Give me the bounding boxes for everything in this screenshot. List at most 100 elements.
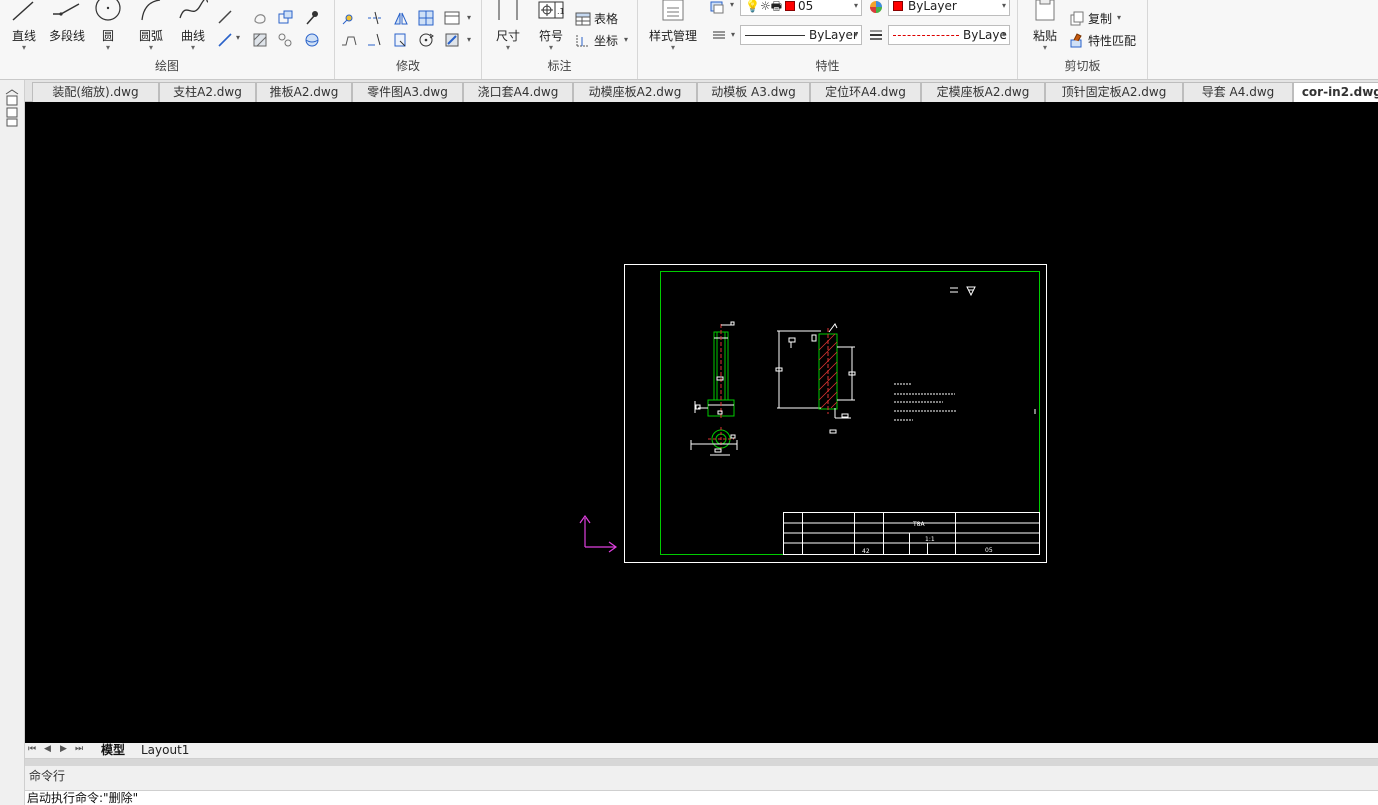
copy-button[interactable]: 复制 [1088, 10, 1112, 27]
polyline-icon [53, 3, 80, 16]
chevron-down-icon: ▾ [1042, 43, 1047, 52]
title-block-material: T8A [912, 521, 925, 528]
array-icon[interactable] [417, 9, 435, 27]
paste-icon [1035, 0, 1055, 21]
pin-icon[interactable] [303, 9, 321, 27]
style-manager-button[interactable]: 样式管理 ▾ [642, 0, 704, 52]
chevron-down-icon[interactable]: ▾ [1117, 13, 1121, 22]
table-icon[interactable] [574, 10, 592, 28]
chevron-down-icon: ▾ [1001, 1, 1006, 10]
chevron-down-icon: ▾ [148, 43, 153, 52]
linetype-dropdown[interactable]: ByLayer ▾ [740, 25, 862, 45]
drawing-svg[interactable]: T8A 1:1 05 42 [25, 102, 1378, 743]
trim-icon[interactable] [366, 9, 384, 27]
style-manager-icon [662, 0, 684, 21]
coordinate-icon[interactable] [574, 31, 592, 49]
match-properties-button[interactable]: 特性匹配 [1088, 32, 1136, 49]
chevron-down-icon[interactable]: ▾ [730, 0, 734, 9]
line-tool-label: 直线 [11, 29, 36, 43]
chevron-down-icon[interactable]: ▾ [236, 33, 240, 42]
chevron-down-icon[interactable]: ▾ [467, 13, 471, 22]
first-layout-icon[interactable]: ⏮ [28, 744, 36, 754]
layer-dropdown[interactable]: 💡☼🖶 05 ▾ [740, 0, 862, 16]
spline-icon [179, 0, 209, 19]
command-history[interactable]: 启动执行命令:"删除" [25, 790, 1378, 805]
hatch-icon[interactable] [251, 31, 269, 49]
prev-layout-icon[interactable]: ◀ [44, 744, 51, 754]
command-line-title: 命令行 [25, 766, 1378, 790]
drawing-canvas[interactable]: T8A 1:1 05 42 [25, 102, 1378, 743]
move-icon[interactable] [340, 9, 358, 27]
lineweight-dropdown[interactable]: ByLaye ▾ [888, 25, 1010, 45]
chevron-down-icon: ▾ [853, 30, 858, 39]
part-front-view [694, 321, 735, 420]
layer-color-swatch [785, 1, 796, 11]
paste-button[interactable]: 粘贴 ▾ [1028, 0, 1062, 52]
draw-panel: 直线 ▾ 多段线 圆 ▾ 圆弧 ▾ 曲线 ▾ ▾ 绘图 [0, 0, 335, 79]
offset-icon[interactable] [443, 9, 461, 27]
technical-notes [894, 383, 1036, 421]
coordinate-button[interactable]: 坐标 [594, 32, 618, 49]
color-wheel-icon[interactable] [867, 0, 885, 16]
scale-icon[interactable] [392, 31, 410, 49]
lineweight-icon[interactable] [867, 26, 885, 44]
color-dropdown[interactable]: ByLayer ▾ [888, 0, 1010, 16]
chevron-down-icon: ▾ [548, 43, 553, 52]
dimension-icon [498, 0, 518, 20]
command-line-divider[interactable] [25, 759, 1378, 766]
symbol-tool-button[interactable]: .1 符号 ▾ [532, 0, 570, 52]
linetype-icon[interactable] [710, 26, 728, 44]
file-tab[interactable]: 顶针固定板A2.dwg [1045, 82, 1183, 102]
chevron-down-icon[interactable]: ▾ [731, 30, 735, 39]
file-tab[interactable]: cor-in2.dwg* [1293, 82, 1378, 103]
chevron-down-icon[interactable]: ▾ [467, 35, 471, 44]
file-tab[interactable]: 支柱A2.dwg [159, 82, 256, 102]
sphere-icon[interactable] [303, 31, 321, 49]
file-tab[interactable]: 定位环A4.dwg [810, 82, 921, 102]
clipboard-panel-title: 剪切板 [1064, 59, 1101, 73]
arc-tool-button[interactable]: 圆弧 ▾ [132, 0, 170, 52]
construction-line-icon[interactable] [216, 8, 234, 26]
file-tab[interactable]: 零件图A3.dwg [352, 82, 463, 102]
file-tab[interactable]: 动模座板A2.dwg [573, 82, 697, 102]
line-tool-button[interactable]: 直线 ▾ [6, 0, 42, 52]
file-tab-bar: 装配(缩放).dwg 支柱A2.dwg 推板A2.dwg 零件图A3.dwg 浇口套A4… [25, 80, 1378, 103]
mirror-icon[interactable] [392, 9, 410, 27]
stretch-icon[interactable] [340, 31, 358, 49]
block-icon[interactable] [276, 9, 294, 27]
circle-tool-button[interactable]: 圆 ▾ [92, 0, 124, 52]
table-button[interactable]: 表格 [594, 10, 618, 27]
copy-icon[interactable] [1068, 10, 1086, 28]
left-toolstrip [0, 80, 25, 805]
file-tab[interactable]: 定模座板A2.dwg [921, 82, 1045, 102]
next-layout-icon[interactable]: ▶ [60, 744, 67, 754]
point-icon[interactable] [276, 31, 294, 49]
color-swatch [893, 1, 903, 11]
line-icon [12, 1, 34, 21]
fillet-icon[interactable] [366, 31, 384, 49]
layout-tab-layout1[interactable]: Layout1 [135, 743, 195, 759]
spline-tool-button[interactable]: 曲线 ▾ [174, 0, 212, 52]
region-icon[interactable] [251, 9, 269, 27]
explode-icon[interactable] [443, 31, 461, 49]
last-layout-icon[interactable]: ⏭ [75, 744, 83, 754]
rotate-icon[interactable] [417, 31, 435, 49]
sun-icon: ☼ [759, 0, 771, 13]
chevron-down-icon[interactable]: ▾ [624, 35, 628, 44]
polyline-tool-button[interactable]: 多段线 [44, 0, 90, 44]
arc-tool-label: 圆弧 [138, 29, 163, 43]
file-tab[interactable]: 浇口套A4.dwg [463, 82, 573, 102]
file-tab[interactable]: 导套 A4.dwg [1183, 82, 1293, 102]
ucs-icon [579, 514, 618, 553]
file-tab[interactable]: 推板A2.dwg [256, 82, 352, 102]
match-properties-icon[interactable] [1068, 32, 1086, 50]
file-tab[interactable]: 装配(缩放).dwg [32, 82, 159, 102]
layout-tab-model[interactable]: 模型 [95, 743, 131, 759]
layer-properties-icon[interactable] [708, 0, 726, 16]
sheet-set-icon[interactable] [4, 88, 20, 128]
title-block-qty: 42 [862, 548, 870, 555]
ray-icon[interactable] [216, 31, 234, 49]
file-tab[interactable]: 动模板 A3.dwg [697, 82, 810, 102]
dimension-tool-button[interactable]: 尺寸 ▾ [490, 0, 526, 52]
dimension-tool-label: 尺寸 [495, 29, 520, 43]
